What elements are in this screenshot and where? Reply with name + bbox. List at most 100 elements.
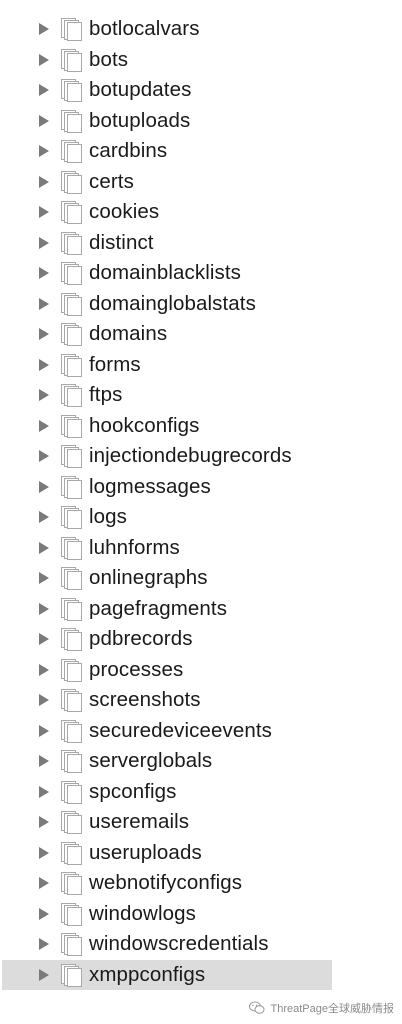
tree-row[interactable]: useruploads [0,838,402,869]
disclosure-triangle-icon[interactable] [39,877,49,890]
tree-row[interactable]: pagefragments [0,594,402,625]
tree-row[interactable]: luhnforms [0,533,402,564]
disclosure-triangle-icon[interactable] [39,389,49,402]
tree-row[interactable]: certs [0,167,402,198]
disclosure-triangle-icon[interactable] [39,206,49,219]
collection-icon [61,933,82,957]
tree-row[interactable]: domainglobalstats [0,289,402,320]
disclosure-triangle-icon[interactable] [39,541,49,554]
collection-icon [61,170,82,194]
disclosure-triangle-icon[interactable] [39,724,49,737]
disclosure-triangle-icon[interactable] [39,755,49,768]
collection-icon [61,536,82,560]
collection-icon [61,79,82,103]
collection-label: processes [89,657,184,681]
tree-row[interactable]: spconfigs [0,777,402,808]
collection-label: certs [89,169,134,193]
tree-row[interactable]: botuploads [0,106,402,137]
collection-label: windowlogs [89,901,196,925]
collection-label: distinct [89,230,154,254]
collection-icon [61,811,82,835]
disclosure-triangle-icon[interactable] [39,907,49,920]
tree-row[interactable]: injectiondebugrecords [0,441,402,472]
disclosure-triangle-icon[interactable] [39,53,49,66]
collection-icon [61,18,82,42]
collection-icon [61,902,82,926]
watermark: ThreatPage全球威胁情报 [248,1000,394,1016]
disclosure-triangle-icon[interactable] [39,480,49,493]
disclosure-triangle-icon[interactable] [39,419,49,432]
disclosure-triangle-icon[interactable] [39,968,49,981]
tree-row[interactable]: screenshots [0,685,402,716]
tree-row[interactable]: logs [0,502,402,533]
collection-tree: botlocalvars bots botupdates botuploads … [0,14,402,990]
collection-label: injectiondebugrecords [89,444,292,468]
collection-label: luhnforms [89,535,180,559]
collection-icon [61,567,82,591]
disclosure-triangle-icon[interactable] [39,175,49,188]
collection-label: securedeviceevents [89,718,272,742]
collection-label: useruploads [89,840,202,864]
disclosure-triangle-icon[interactable] [39,145,49,158]
collection-label: domainblacklists [89,261,241,285]
disclosure-triangle-icon[interactable] [39,450,49,463]
collection-icon [61,658,82,682]
disclosure-triangle-icon[interactable] [39,663,49,676]
tree-row[interactable]: pdbrecords [0,624,402,655]
disclosure-triangle-icon[interactable] [39,267,49,280]
collection-label: ftps [89,383,123,407]
collection-label: logmessages [89,474,211,498]
tree-row[interactable]: domains [0,319,402,350]
tree-row[interactable]: webnotifyconfigs [0,868,402,899]
disclosure-triangle-icon[interactable] [39,633,49,646]
collection-icon [61,628,82,652]
disclosure-triangle-icon[interactable] [39,23,49,36]
disclosure-triangle-icon[interactable] [39,572,49,585]
collection-icon [61,841,82,865]
disclosure-triangle-icon[interactable] [39,328,49,341]
disclosure-triangle-icon[interactable] [39,297,49,310]
tree-row[interactable]: logmessages [0,472,402,503]
disclosure-triangle-icon[interactable] [39,816,49,829]
tree-row[interactable]: bots [0,45,402,76]
disclosure-triangle-icon[interactable] [39,84,49,97]
collection-icon [61,445,82,469]
tree-row[interactable]: hookconfigs [0,411,402,442]
tree-row[interactable]: forms [0,350,402,381]
tree-row[interactable]: distinct [0,228,402,259]
tree-row[interactable]: serverglobals [0,746,402,777]
disclosure-triangle-icon[interactable] [39,114,49,127]
collection-label: xmppconfigs [89,962,206,986]
disclosure-triangle-icon[interactable] [39,358,49,371]
collection-icon [61,48,82,72]
tree-row[interactable]: xmppconfigs [2,959,332,990]
tree-row[interactable]: windowscredentials [0,929,402,960]
collection-icon [61,140,82,164]
tree-row[interactable]: ftps [0,380,402,411]
tree-row[interactable]: botupdates [0,75,402,106]
collection-icon [61,292,82,316]
tree-row[interactable]: cookies [0,197,402,228]
wechat-icon [248,1001,265,1014]
tree-row[interactable]: onlinegraphs [0,563,402,594]
tree-row[interactable]: domainblacklists [0,258,402,289]
tree-row[interactable]: securedeviceevents [0,716,402,747]
disclosure-triangle-icon[interactable] [39,785,49,798]
disclosure-triangle-icon[interactable] [39,511,49,524]
disclosure-triangle-icon[interactable] [39,694,49,707]
collection-label: domainglobalstats [89,291,256,315]
tree-row[interactable]: botlocalvars [0,14,402,45]
tree-row[interactable]: useremails [0,807,402,838]
collection-icon [61,414,82,438]
tree-row[interactable]: processes [0,655,402,686]
disclosure-triangle-icon[interactable] [39,236,49,249]
tree-row[interactable]: cardbins [0,136,402,167]
collection-icon [61,323,82,347]
disclosure-triangle-icon[interactable] [39,938,49,951]
tree-row[interactable]: windowlogs [0,899,402,930]
disclosure-triangle-icon[interactable] [39,602,49,615]
disclosure-triangle-icon[interactable] [39,846,49,859]
collection-label: windowscredentials [89,932,269,956]
collection-icon [61,475,82,499]
collection-icon [61,719,82,743]
